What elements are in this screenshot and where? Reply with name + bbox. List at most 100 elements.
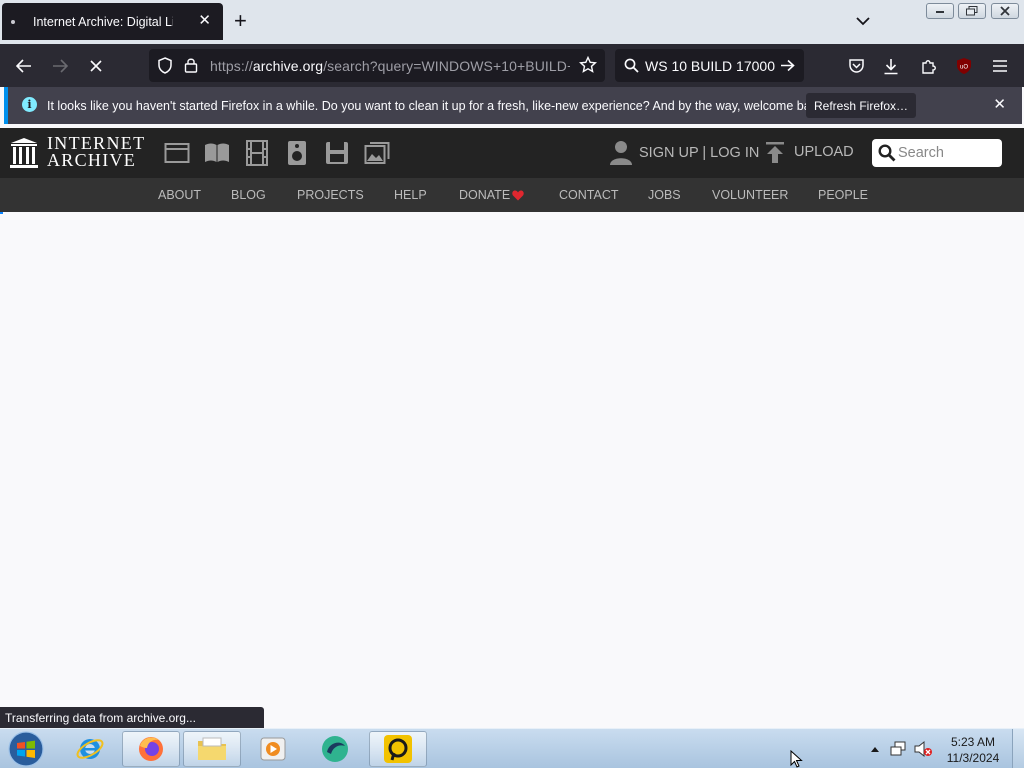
upload-link[interactable]: UPLOAD [794,144,854,160]
taskbar-internet-explorer[interactable] [61,731,119,767]
url-path: /search?query=WINDOWS+10+BUILD+ [323,58,570,74]
search-icon [624,58,639,73]
clock-time: 5:23 AM [950,735,996,749]
forward-arrow-icon [53,59,68,73]
user-icon[interactable] [610,140,632,165]
stop-icon [90,60,102,72]
audio-icon[interactable] [284,140,310,166]
list-tabs-button[interactable] [855,14,871,29]
restore-button[interactable] [958,3,986,19]
browser-tab[interactable]: Internet Archive: Digital Library ✕ [2,3,223,40]
restore-icon [966,6,978,16]
url-text[interactable]: https://archive.org/search?query=WINDOWS… [210,58,570,74]
download-icon [884,58,898,74]
taskbar-file-explorer[interactable] [183,731,241,767]
nav-contact[interactable]: CONTACT [559,188,619,202]
windows-start-icon [8,731,44,767]
hamburger-menu-icon [993,60,1007,72]
puzzle-icon [921,59,936,74]
back-button[interactable] [13,55,35,77]
shield-icon[interactable] [157,57,173,74]
nav-about[interactable]: ABOUT [158,188,201,202]
go-arrow-icon[interactable] [780,59,795,72]
site-search-input[interactable] [898,143,996,163]
url-host: archive.org [252,58,324,74]
back-arrow-icon [16,59,31,73]
site-header: INTERNET ARCHIVE SIGN UP | LOG IN UPLOAD [0,128,1024,178]
url-prefix: https:// [210,58,253,74]
images-icon[interactable] [364,140,390,166]
archive-building-icon [10,138,38,168]
close-window-button[interactable] [991,3,1019,19]
show-desktop-button[interactable] [1012,729,1024,768]
file-explorer-icon [198,737,226,760]
media-player-icon [260,737,286,761]
site-search-box[interactable] [872,139,1002,167]
close-icon [1000,6,1010,16]
downloads-button[interactable] [880,55,902,77]
notification-message: It looks like you haven't started Firefo… [47,99,827,113]
heart-icon [512,190,524,201]
minimize-button[interactable] [926,3,954,19]
nav-blog[interactable]: BLOG [231,188,266,202]
firefox-icon [139,737,163,761]
internet-explorer-icon [76,739,104,759]
taskbar: 5:23 AM 11/3/2024 [0,728,1024,768]
app-icon [322,736,348,762]
tab-strip: Internet Archive: Digital Library ✕ + [0,0,1024,44]
new-tab-button[interactable]: + [234,10,247,32]
tab-title: Internet Archive: Digital Library [33,14,173,29]
info-icon: i [22,97,37,112]
minimize-icon [936,11,944,13]
software-icon[interactable] [324,140,350,166]
mouse-cursor-icon [790,750,803,768]
taskbar-media-player[interactable] [244,731,302,767]
pocket-button[interactable] [845,55,867,77]
chevron-down-icon [856,17,870,26]
taskbar-firefox[interactable] [122,731,180,767]
navigation-toolbar: https://archive.org/search?query=WINDOWS… [0,44,1024,87]
nav-projects[interactable]: PROJECTS [297,188,364,202]
clock-date: 11/3/2024 [946,751,1000,765]
ublock-button[interactable]: uO [953,55,975,77]
tab-loading-icon [11,19,15,24]
web-icon[interactable] [164,140,190,166]
search-bar[interactable]: WS 10 BUILD 17000\ [615,49,804,82]
volume-muted-icon[interactable] [913,740,933,758]
system-clock[interactable]: 5:23 AM 11/3/2024 [940,734,1006,766]
bookmark-star-icon[interactable] [579,56,597,74]
extensions-button[interactable] [917,55,939,77]
notification-bar: i It looks like you haven't started Fire… [4,87,1022,124]
close-notification-icon[interactable]: ✕ [993,95,1006,113]
start-button[interactable] [6,731,46,767]
status-panel: Transferring data from archive.org... [0,707,264,728]
video-icon[interactable] [244,140,270,166]
page-load-progress [0,212,3,214]
nav-donate[interactable]: DONATE [459,188,510,202]
show-hidden-icons-icon[interactable] [870,745,880,753]
logo-line-2: ARCHIVE [47,150,137,170]
nav-help[interactable]: HELP [394,188,427,202]
url-bar[interactable]: https://archive.org/search?query=WINDOWS… [149,49,605,82]
forward-button[interactable] [49,55,71,77]
photo-app-icon [384,735,412,763]
upload-icon[interactable] [765,141,785,164]
ia-logo-text: INTERNET ARCHIVE [47,134,145,170]
menu-button[interactable] [989,55,1011,77]
texts-icon[interactable] [204,140,230,166]
ublock-origin-icon: uO [957,58,971,74]
nav-people[interactable]: PEOPLE [818,188,868,202]
nav-volunteer[interactable]: VOLUNTEER [712,188,788,202]
taskbar-photo-app[interactable] [369,731,427,767]
lock-icon[interactable] [184,57,198,73]
refresh-firefox-button[interactable]: Refresh Firefox… [806,93,916,118]
taskbar-app[interactable] [306,731,364,767]
nav-jobs[interactable]: JOBS [648,188,681,202]
search-icon [878,144,896,162]
signup-login-link[interactable]: SIGN UP | LOG IN [639,145,759,161]
network-icon[interactable] [889,740,907,758]
search-text[interactable]: WS 10 BUILD 17000\ [645,58,775,74]
close-tab-icon[interactable]: ✕ [198,13,211,29]
svg-text:uO: uO [960,65,968,71]
stop-loading-button[interactable] [85,55,107,77]
